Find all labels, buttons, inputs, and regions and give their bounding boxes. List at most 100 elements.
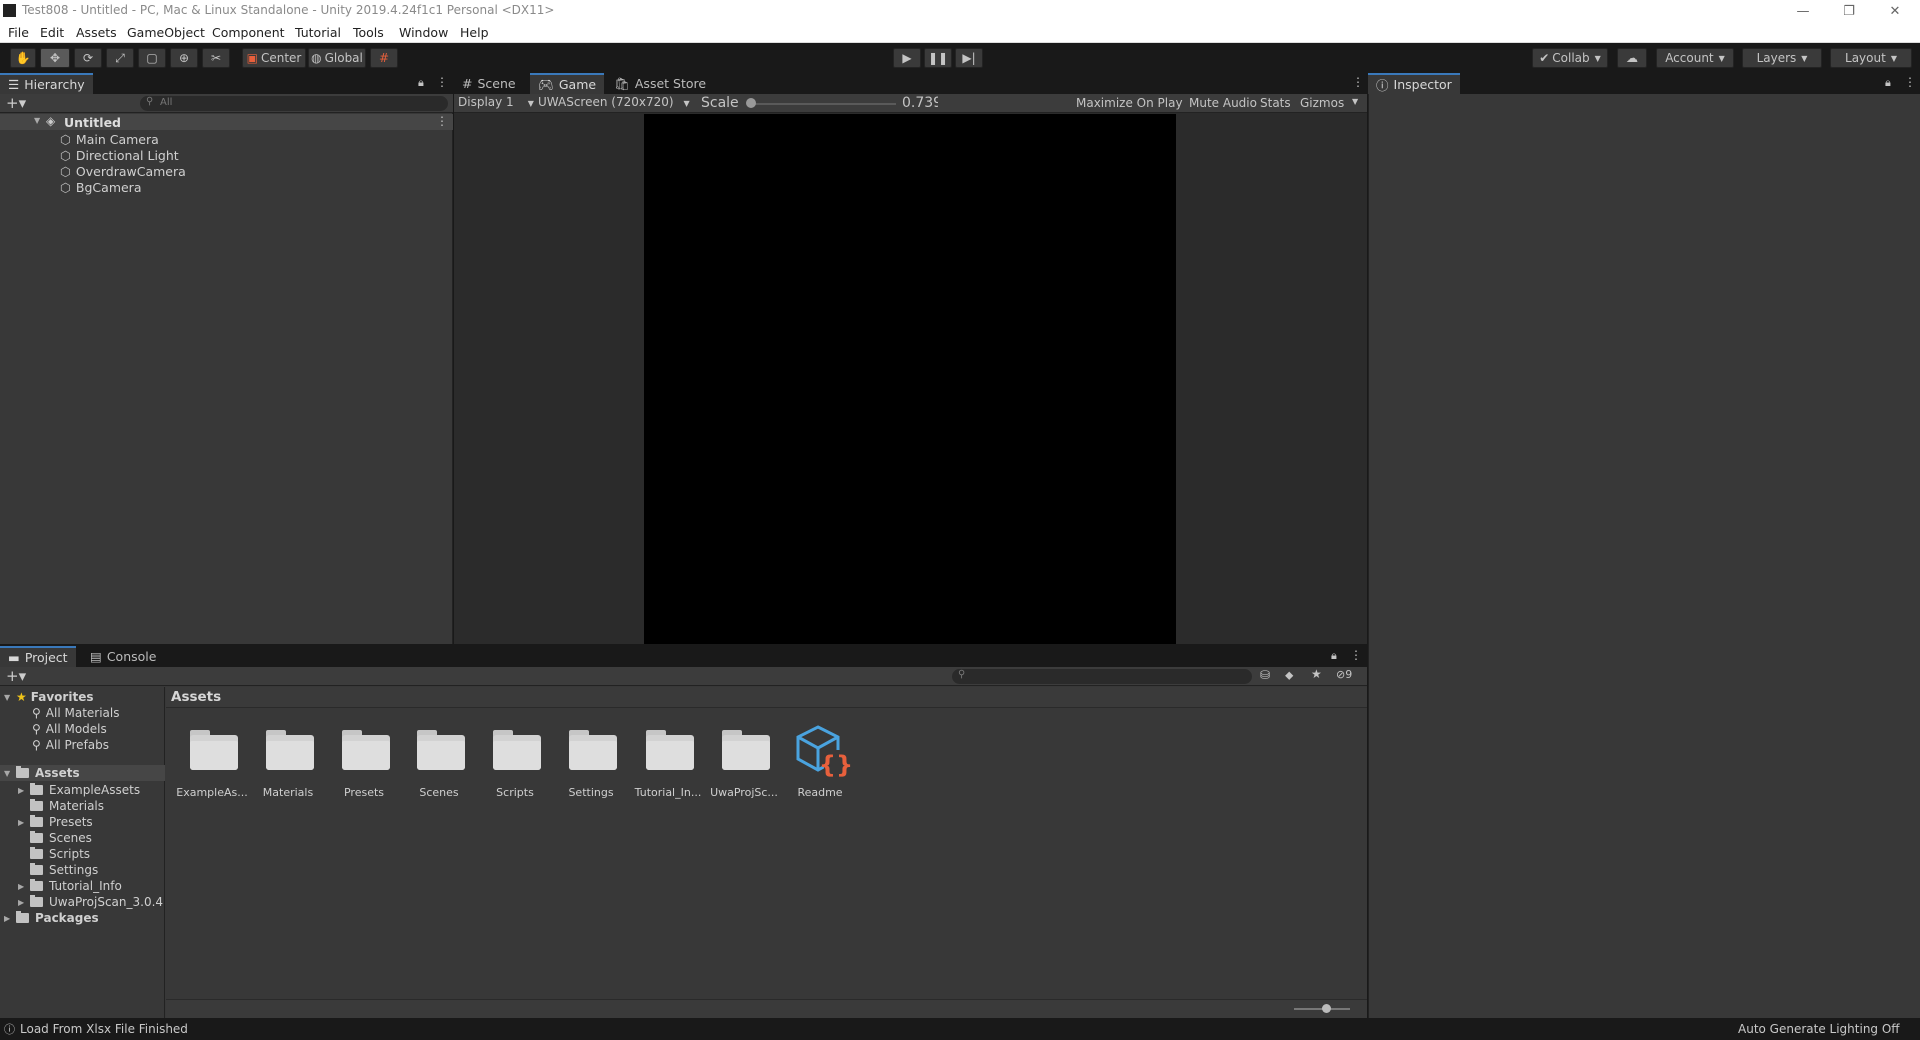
tab-asset-store[interactable]: 🛍︎ Asset Store: [606, 73, 714, 94]
minimize-button[interactable]: —: [1780, 0, 1826, 22]
dropdown-arrow-icon: ▼: [1801, 53, 1808, 63]
favorites-label: Favorites: [30, 690, 94, 704]
menu-tools[interactable]: Tools: [353, 25, 384, 40]
scale-slider-track[interactable]: [750, 103, 896, 105]
tree-folder[interactable]: ▶ UwaProjScan_3.0.4: [18, 894, 163, 910]
add-button[interactable]: +▾: [6, 667, 26, 685]
cloud-button[interactable]: ☁: [1617, 48, 1647, 68]
project-toolbar: +▾ ⚲ ⛁ ⬥ ★ ⊘9: [0, 667, 1367, 686]
tree-folder-label: Presets: [49, 815, 93, 829]
kebab-menu-icon[interactable]: ⋮: [1352, 75, 1364, 89]
close-button[interactable]: ✕: [1872, 0, 1918, 22]
search-icon: ⚲: [32, 738, 41, 752]
tab-hierarchy[interactable]: ☰ Hierarchy: [0, 73, 93, 94]
display-dropdown[interactable]: Display 1 ▼: [458, 95, 534, 109]
menu-tutorial[interactable]: Tutorial: [295, 25, 341, 40]
globe-icon: ◍: [311, 51, 322, 65]
scene-menu-icon[interactable]: ⋮: [436, 114, 448, 128]
tree-folder[interactable]: ▶ ExampleAssets: [18, 782, 140, 798]
dropdown-arrow-icon[interactable]: ▼: [1352, 97, 1358, 106]
favorite-item[interactable]: ⚲ All Materials: [32, 705, 120, 721]
menu-file[interactable]: File: [8, 25, 29, 40]
grid-snap-button[interactable]: #: [370, 48, 398, 68]
asset-label: Materials: [262, 786, 314, 799]
tree-folder[interactable]: Materials: [30, 798, 104, 814]
kebab-menu-icon[interactable]: ⋮: [436, 75, 448, 89]
breadcrumb-assets[interactable]: Assets: [171, 689, 221, 705]
tree-folder[interactable]: Settings: [30, 862, 98, 878]
hand-tool-button[interactable]: ✋: [10, 48, 36, 68]
favorites-header[interactable]: ▼ ★ Favorites: [4, 689, 93, 705]
tree-folder[interactable]: Scenes: [30, 830, 92, 846]
project-search-input[interactable]: ⚲: [952, 669, 1252, 684]
tab-game[interactable]: 🎮︎ Game: [530, 73, 605, 94]
hidden-packages-toggle[interactable]: ⊘9: [1336, 668, 1352, 681]
hierarchy-item[interactable]: ⬡ OverdrawCamera: [60, 163, 186, 179]
hierarchy-item[interactable]: ⬡ Directional Light: [60, 147, 179, 163]
pivot-label: Center: [260, 51, 302, 65]
menu-window[interactable]: Window: [399, 25, 448, 40]
hierarchy-item[interactable]: ⬡ BgCamera: [60, 179, 142, 195]
kebab-menu-icon[interactable]: ⋮: [1904, 75, 1916, 89]
menu-gameobject[interactable]: GameObject: [127, 25, 205, 40]
hierarchy-item[interactable]: ⬡ Main Camera: [60, 131, 159, 147]
folder-icon: [342, 730, 390, 770]
pause-button[interactable]: ❚❚: [924, 48, 952, 68]
search-by-type-icon[interactable]: ⛁: [1260, 668, 1270, 682]
lock-icon[interactable]: 🔒︎: [418, 76, 424, 90]
custom-tool-button[interactable]: ✂: [202, 48, 230, 68]
step-button[interactable]: ▶|: [955, 48, 983, 68]
transform-tool-button[interactable]: ⊕: [170, 48, 198, 68]
menu-help[interactable]: Help: [460, 25, 489, 40]
folder-icon: [16, 911, 29, 923]
scale-slider-thumb[interactable]: [746, 98, 756, 108]
restore-button[interactable]: ❐: [1826, 0, 1872, 22]
tree-folder[interactable]: Scripts: [30, 846, 90, 862]
hierarchy-search-input[interactable]: ⚲ All: [140, 96, 448, 111]
tab-label: Asset Store: [634, 76, 707, 91]
scene-row[interactable]: ▼ ◈ Untitled ⋮: [0, 114, 453, 130]
tab-scene[interactable]: # Scene: [454, 73, 524, 94]
add-button[interactable]: +▾: [6, 94, 26, 112]
search-by-label-icon[interactable]: ⬥: [1285, 668, 1293, 683]
play-button[interactable]: ▶: [893, 48, 921, 68]
maximize-on-play-toggle[interactable]: Maximize On Play: [1076, 96, 1183, 110]
pivot-center-button[interactable]: ▣ Center: [242, 48, 306, 68]
rotate-tool-button[interactable]: ⟳: [74, 48, 102, 68]
rect-tool-button[interactable]: ▢: [138, 48, 166, 68]
gameobject-cube-icon: ⬡: [60, 179, 71, 195]
lock-icon[interactable]: 🔒︎: [1885, 76, 1891, 90]
scale-tool-button[interactable]: ⤢: [106, 48, 134, 68]
account-dropdown[interactable]: Account ▼: [1656, 48, 1734, 68]
gizmos-toggle[interactable]: Gizmos: [1300, 96, 1344, 110]
space-global-button[interactable]: ◍ Global: [308, 48, 366, 68]
menu-edit[interactable]: Edit: [40, 25, 64, 40]
icon-size-slider-thumb[interactable]: [1322, 1004, 1331, 1013]
favorite-item[interactable]: ⚲ All Models: [32, 721, 107, 737]
menu-assets[interactable]: Assets: [76, 25, 117, 40]
kebab-menu-icon[interactable]: ⋮: [1350, 648, 1362, 662]
layers-dropdown[interactable]: Layers ▼: [1742, 48, 1822, 68]
asset-label: Settings: [568, 786, 614, 799]
packages-root[interactable]: ▶ Packages: [4, 910, 99, 926]
tree-folder[interactable]: ▶ Presets: [18, 814, 93, 830]
game-render-area[interactable]: [644, 114, 1176, 644]
expand-arrow-icon[interactable]: ▼: [34, 116, 40, 125]
layout-dropdown[interactable]: Layout ▼: [1830, 48, 1912, 68]
tab-console[interactable]: ▤ Console: [82, 646, 164, 667]
collab-dropdown[interactable]: ✔ Collab ▼: [1532, 48, 1608, 68]
tab-inspector[interactable]: ⓘ Inspector: [1368, 73, 1460, 94]
menu-component[interactable]: Component: [212, 25, 285, 40]
favorite-star-icon[interactable]: ★: [1311, 667, 1322, 681]
mute-audio-toggle[interactable]: Mute Audio: [1189, 96, 1257, 110]
lock-icon[interactable]: 🔒︎: [1331, 649, 1337, 663]
tree-folder[interactable]: ▶ Tutorial_Info: [18, 878, 122, 894]
lighting-status[interactable]: Auto Generate Lighting Off: [1738, 1022, 1900, 1036]
status-message[interactable]: Load From Xlsx File Finished: [20, 1022, 188, 1036]
resolution-dropdown[interactable]: UWAScreen (720x720) ▼: [538, 95, 690, 109]
move-tool-button[interactable]: ✥: [40, 48, 70, 68]
tab-project[interactable]: ▬ Project: [0, 646, 76, 667]
assets-root-row[interactable]: ▼ Assets: [0, 765, 165, 781]
favorite-item[interactable]: ⚲ All Prefabs: [32, 737, 109, 753]
stats-toggle[interactable]: Stats: [1260, 96, 1291, 110]
